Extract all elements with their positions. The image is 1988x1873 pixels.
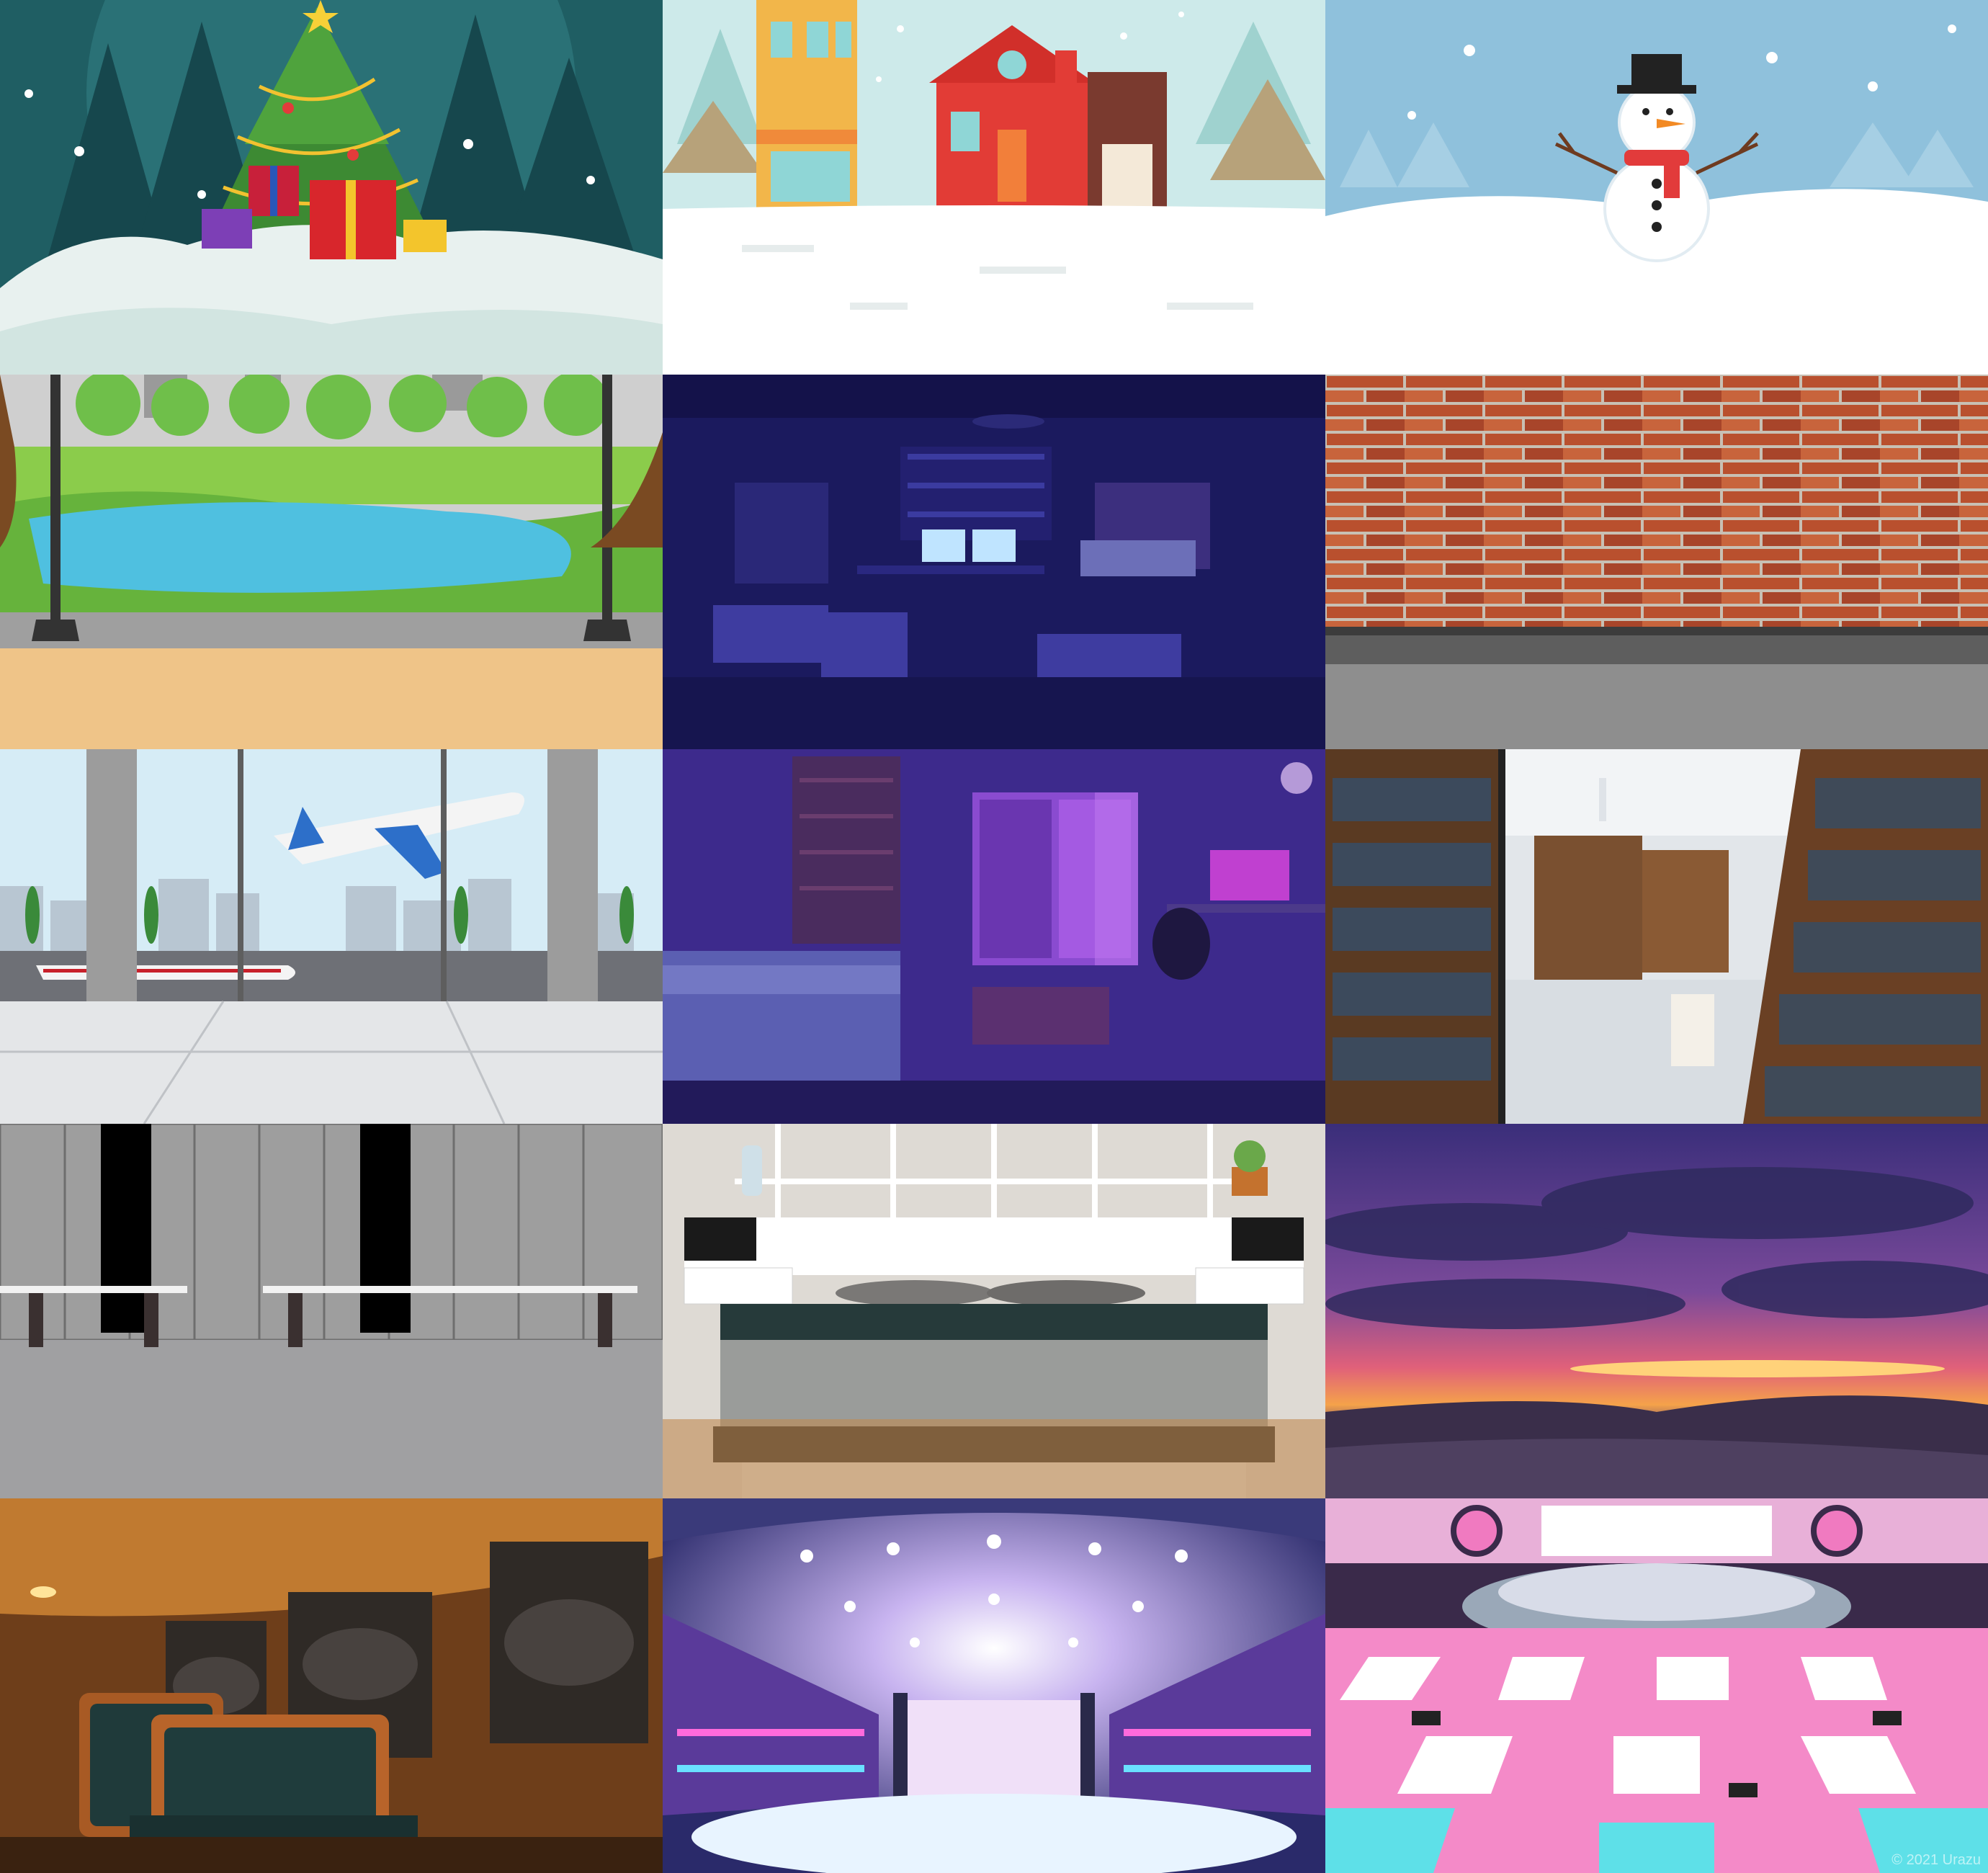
tile-brick-wall[interactable] xyxy=(1325,375,1988,749)
tile-christmas-tree[interactable] xyxy=(0,0,663,375)
night-studio-scene xyxy=(663,375,1325,749)
modern-bedroom-scene xyxy=(663,1124,1325,1498)
airport-terminal-scene xyxy=(0,749,663,1124)
tile-night-studio-room[interactable] xyxy=(663,375,1325,749)
tile-modern-bedroom[interactable] xyxy=(663,1124,1325,1498)
tile-snowy-houses[interactable] xyxy=(663,0,1325,375)
tile-park-lake[interactable] xyxy=(0,375,663,749)
tile-concert-stage[interactable] xyxy=(663,1498,1325,1873)
christmas-tree-scene xyxy=(0,0,663,375)
park-lake-scene xyxy=(0,375,663,749)
snowy-houses-scene xyxy=(663,0,1325,375)
tile-locker-room[interactable] xyxy=(0,1124,663,1498)
watermark: © 2021 Urazu xyxy=(1891,1852,1981,1868)
background-gallery: © 2021 Urazu xyxy=(0,0,1988,1873)
tile-train-cabin[interactable] xyxy=(0,1498,663,1873)
tile-library-aisle[interactable] xyxy=(1325,749,1988,1124)
concert-stage-scene xyxy=(663,1498,1325,1873)
tile-snowman[interactable] xyxy=(1325,0,1988,375)
library-aisle-scene xyxy=(1325,749,1988,1124)
snowman-scene xyxy=(1325,0,1988,375)
tile-sunset-sky[interactable] xyxy=(1325,1124,1988,1498)
tile-purple-bedroom[interactable] xyxy=(663,749,1325,1124)
purple-bedroom-scene xyxy=(663,749,1325,1124)
locker-room-scene xyxy=(0,1124,663,1498)
brick-wall-scene xyxy=(1325,375,1988,749)
tile-idol-stage[interactable]: © 2021 Urazu xyxy=(1325,1498,1988,1873)
idol-stage-scene xyxy=(1325,1498,1988,1873)
train-cabin-scene xyxy=(0,1498,663,1873)
sunset-sky-scene xyxy=(1325,1124,1988,1498)
tile-airport-terminal[interactable] xyxy=(0,749,663,1124)
